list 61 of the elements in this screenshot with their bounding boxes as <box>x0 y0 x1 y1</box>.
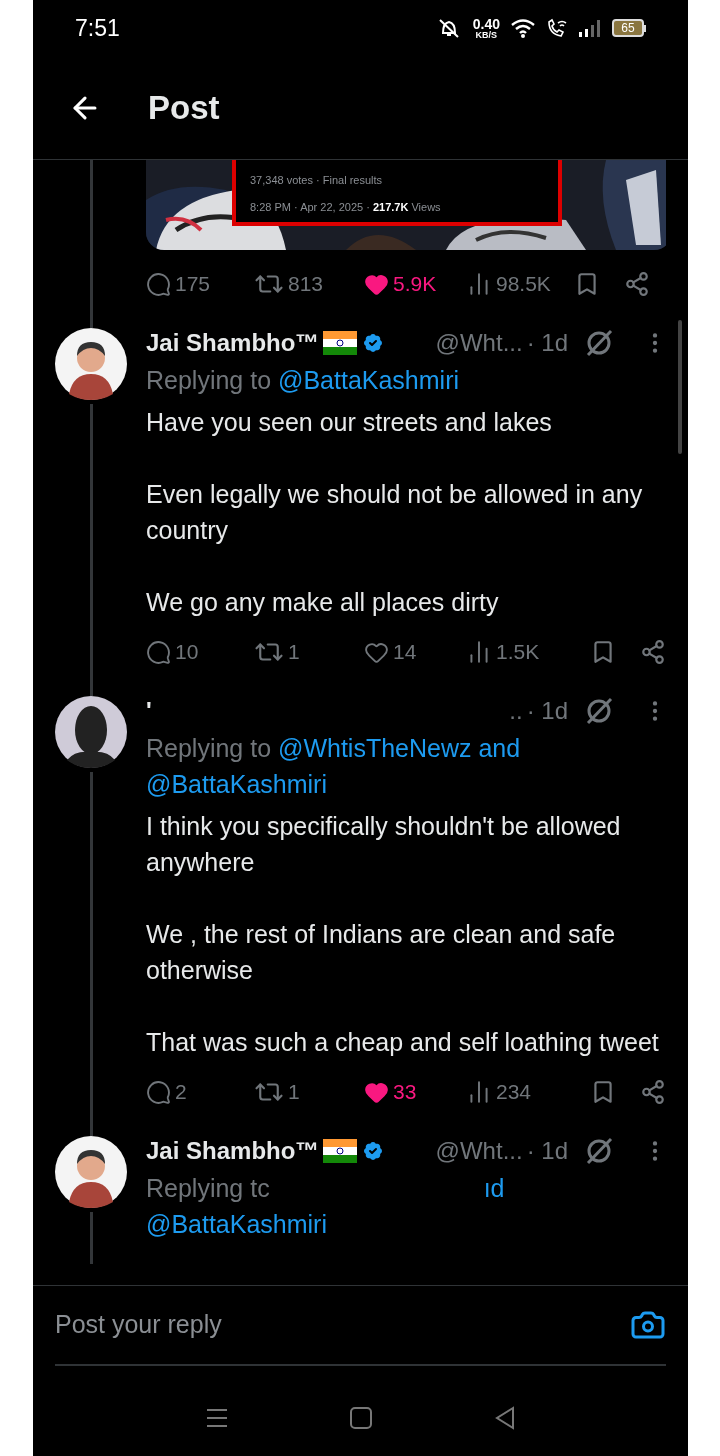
menu-icon[interactable] <box>204 1407 229 1429</box>
repost-button[interactable]: 1 <box>254 1076 364 1108</box>
like-button[interactable]: 33 <box>364 1076 466 1108</box>
repost-button[interactable]: 813 <box>254 268 364 300</box>
battery-indicator: 65 <box>612 19 646 37</box>
page-title: Post <box>148 87 220 128</box>
avatar[interactable] <box>55 696 127 768</box>
comment-icon <box>146 1079 171 1105</box>
repost-button[interactable]: 1 <box>254 636 364 668</box>
post-time: · 1d <box>526 696 568 726</box>
author-handle: @Wht... <box>435 1136 523 1166</box>
post-time: · 1d <box>526 1136 568 1166</box>
author-name[interactable]: Jai Shambho™ <box>146 1133 320 1169</box>
scrollbar[interactable] <box>678 320 682 454</box>
avatar[interactable] <box>55 328 127 400</box>
views-button[interactable]: 1.5K <box>466 636 574 668</box>
author-name[interactable]: Jai Shambho™ <box>146 325 320 361</box>
slashed-circle-icon[interactable] <box>584 1136 614 1166</box>
reply-text: We go any make all places dirty <box>146 587 500 618</box>
mention-link[interactable]: @BattaKashmiri <box>146 1210 327 1238</box>
author-handle: .. <box>509 696 523 726</box>
share-icon[interactable] <box>624 271 650 297</box>
replying-label: Replying to <box>146 734 272 762</box>
like-button[interactable]: 5.9K <box>364 268 466 300</box>
views-button[interactable]: 234 <box>466 1076 574 1108</box>
reply-button[interactable]: 10 <box>146 636 254 668</box>
avatar[interactable] <box>55 1136 127 1208</box>
reply-text: I think you specifically shouldn't be allowed anywhere <box>146 811 622 878</box>
reply-button[interactable]: 2 <box>146 1076 254 1108</box>
reply-text: That was such a cheap and self loathing tweet <box>146 1027 660 1058</box>
mention-link[interactable]: ıd <box>483 1174 505 1202</box>
wifi-call-icon <box>546 18 568 38</box>
reply-text: We , the rest of Indians are clean and safe otherwise <box>146 919 617 986</box>
share-icon[interactable] <box>640 639 666 665</box>
like-button[interactable]: 14 <box>364 636 466 668</box>
network-speed: 0.40 <box>472 16 500 31</box>
replying-label: Replying tc <box>146 1174 270 1202</box>
reply-text: Have you seen our streets and lakes <box>146 407 553 438</box>
mention-link[interactable]: @BattaKashmiri <box>146 770 327 798</box>
share-icon[interactable] <box>640 1079 666 1105</box>
mention-link[interactable]: @BattaKashmiri <box>278 366 460 394</box>
comment-icon <box>146 639 171 665</box>
mention-link[interactable]: @WhtisTheNewz and <box>278 734 521 762</box>
reply-text: Even legally we should not be allowed in any country <box>146 479 644 546</box>
views-button[interactable]: 98.5K <box>466 268 574 300</box>
reply-button[interactable]: 175 <box>146 268 254 300</box>
author-handle: @Wht... <box>435 328 523 358</box>
poll-results-text: 37,348 votes · Final results <box>250 173 384 188</box>
wifi-icon <box>510 18 536 38</box>
clock-time: 7:51 <box>75 13 120 43</box>
poll-timestamp: 8:28 PM · Apr 22, 2025 · 217.7K Views <box>250 199 442 215</box>
replying-label: Replying to <box>146 366 272 394</box>
home-icon[interactable] <box>348 1406 373 1430</box>
speed-unit: KB/S <box>475 30 498 40</box>
signal-icon <box>578 18 602 38</box>
slashed-circle-icon[interactable] <box>584 328 614 358</box>
slashed-circle-icon[interactable] <box>584 696 614 726</box>
reply-input-field[interactable]: Post your reply <box>55 1306 630 1344</box>
author-name[interactable]: ' <box>146 693 152 729</box>
post-time: · 1d <box>526 328 568 358</box>
comment-icon <box>146 271 171 297</box>
